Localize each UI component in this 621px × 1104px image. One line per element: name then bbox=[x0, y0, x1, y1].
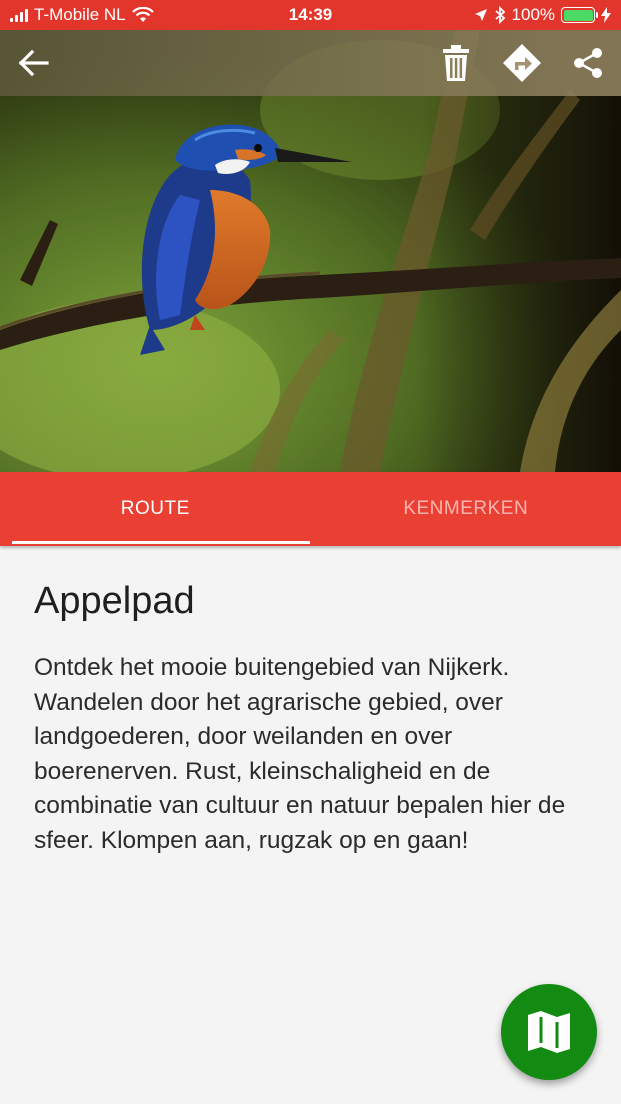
route-content: Appelpad Ontdek het mooie buitengebied v… bbox=[34, 580, 594, 858]
tab-route-label: ROUTE bbox=[120, 498, 190, 519]
directions-button[interactable] bbox=[492, 30, 552, 96]
battery-percent: 100% bbox=[511, 5, 556, 24]
carrier-label: T-Mobile NL bbox=[34, 5, 126, 24]
app-toolbar bbox=[0, 30, 621, 96]
hero-image bbox=[0, 30, 621, 472]
tab-kenmerken[interactable]: KENMERKEN bbox=[311, 472, 621, 546]
back-button[interactable] bbox=[3, 30, 63, 96]
wifi-icon bbox=[131, 7, 154, 22]
delete-button[interactable] bbox=[426, 30, 486, 96]
map-button[interactable] bbox=[501, 984, 597, 1080]
share-button[interactable] bbox=[558, 30, 618, 96]
kingfisher-photo bbox=[0, 30, 621, 472]
tab-route[interactable]: ROUTE bbox=[0, 472, 311, 546]
tab-indicator bbox=[12, 541, 310, 544]
directions-icon bbox=[503, 44, 541, 82]
location-icon bbox=[474, 9, 487, 21]
status-right: 100% bbox=[332, 5, 612, 25]
route-description: Ontdek het mooie buitengebied van Nijker… bbox=[34, 654, 566, 854]
charging-icon bbox=[601, 7, 612, 23]
map-icon bbox=[528, 1011, 570, 1053]
battery-icon bbox=[561, 7, 599, 23]
battery-level bbox=[563, 9, 593, 21]
status-left: T-Mobile NL bbox=[10, 5, 289, 25]
trash-icon bbox=[443, 45, 469, 81]
status-bar: T-Mobile NL 14:39 100% bbox=[0, 0, 621, 30]
signal-icon bbox=[10, 8, 28, 22]
status-time: 14:39 bbox=[288, 5, 333, 24]
bluetooth-icon bbox=[494, 6, 505, 24]
share-icon bbox=[574, 48, 602, 78]
route-title: Appelpad bbox=[34, 580, 195, 622]
tab-kenmerken-label: KENMERKEN bbox=[403, 498, 529, 519]
tab-bar: ROUTE KENMERKEN bbox=[0, 472, 621, 546]
arrow-left-icon bbox=[18, 49, 49, 77]
